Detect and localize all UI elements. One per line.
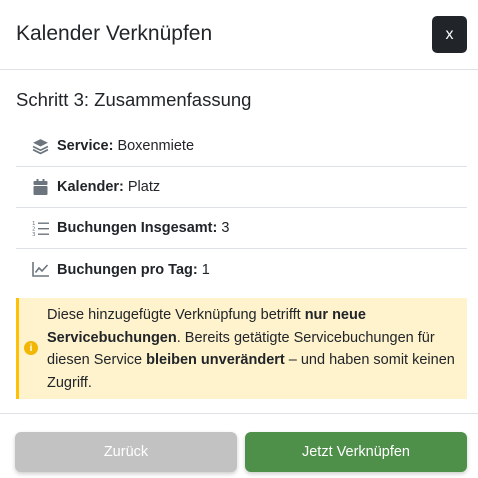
svg-text:3: 3 [32,232,36,236]
list-ordered-icon: 1 2 3 [31,219,49,237]
summary-label: Buchungen Insgesamt: [57,220,218,236]
alert-text-emphasis: bleiben unverändert [146,352,285,368]
line-chart-icon [31,261,49,279]
modal-title: Kalender Verknüpfen [16,22,213,45]
back-button[interactable]: Zurück [15,432,237,472]
footer-divider [0,413,478,414]
summary-value: 1 [201,261,210,278]
summary-label: Kalender: [57,179,124,195]
summary-row-calendar: Kalender: Platz [16,167,467,208]
step-title: Schritt 3: Zusammenfassung [16,89,252,110]
summary-row-total-bookings: 1 2 3 Buchungen Insgesamt: 3 [16,208,467,249]
summary-row-bookings-per-day: Buchungen pro Tag: 1 [16,249,467,290]
calendar-icon [31,178,49,196]
summary-label: Service: [57,138,114,154]
modal-header: Kalender Verknüpfen x [0,0,478,70]
info-icon: i [24,341,38,355]
summary-row-service: Service: Boxenmiete [16,126,467,167]
summary-label: Buchungen pro Tag: [57,261,198,278]
close-button[interactable]: x [432,16,467,53]
link-now-button[interactable]: Jetzt Verknüpfen [245,432,467,472]
summary-value: 3 [221,220,230,236]
info-alert: i Diese hinzugefügte Verknüpfung betriff… [16,298,467,399]
summary-list: Service: Boxenmiete Kalender: Platz 1 2 … [16,126,467,290]
summary-value: Boxenmiete [117,138,195,154]
layers-icon [31,137,49,155]
summary-value: Platz [127,179,161,195]
alert-text: Diese hinzugefügte Verknüpfung betrifft … [47,304,463,394]
alert-text-part: Diese hinzugefügte Verknüpfung betrifft [47,307,305,323]
